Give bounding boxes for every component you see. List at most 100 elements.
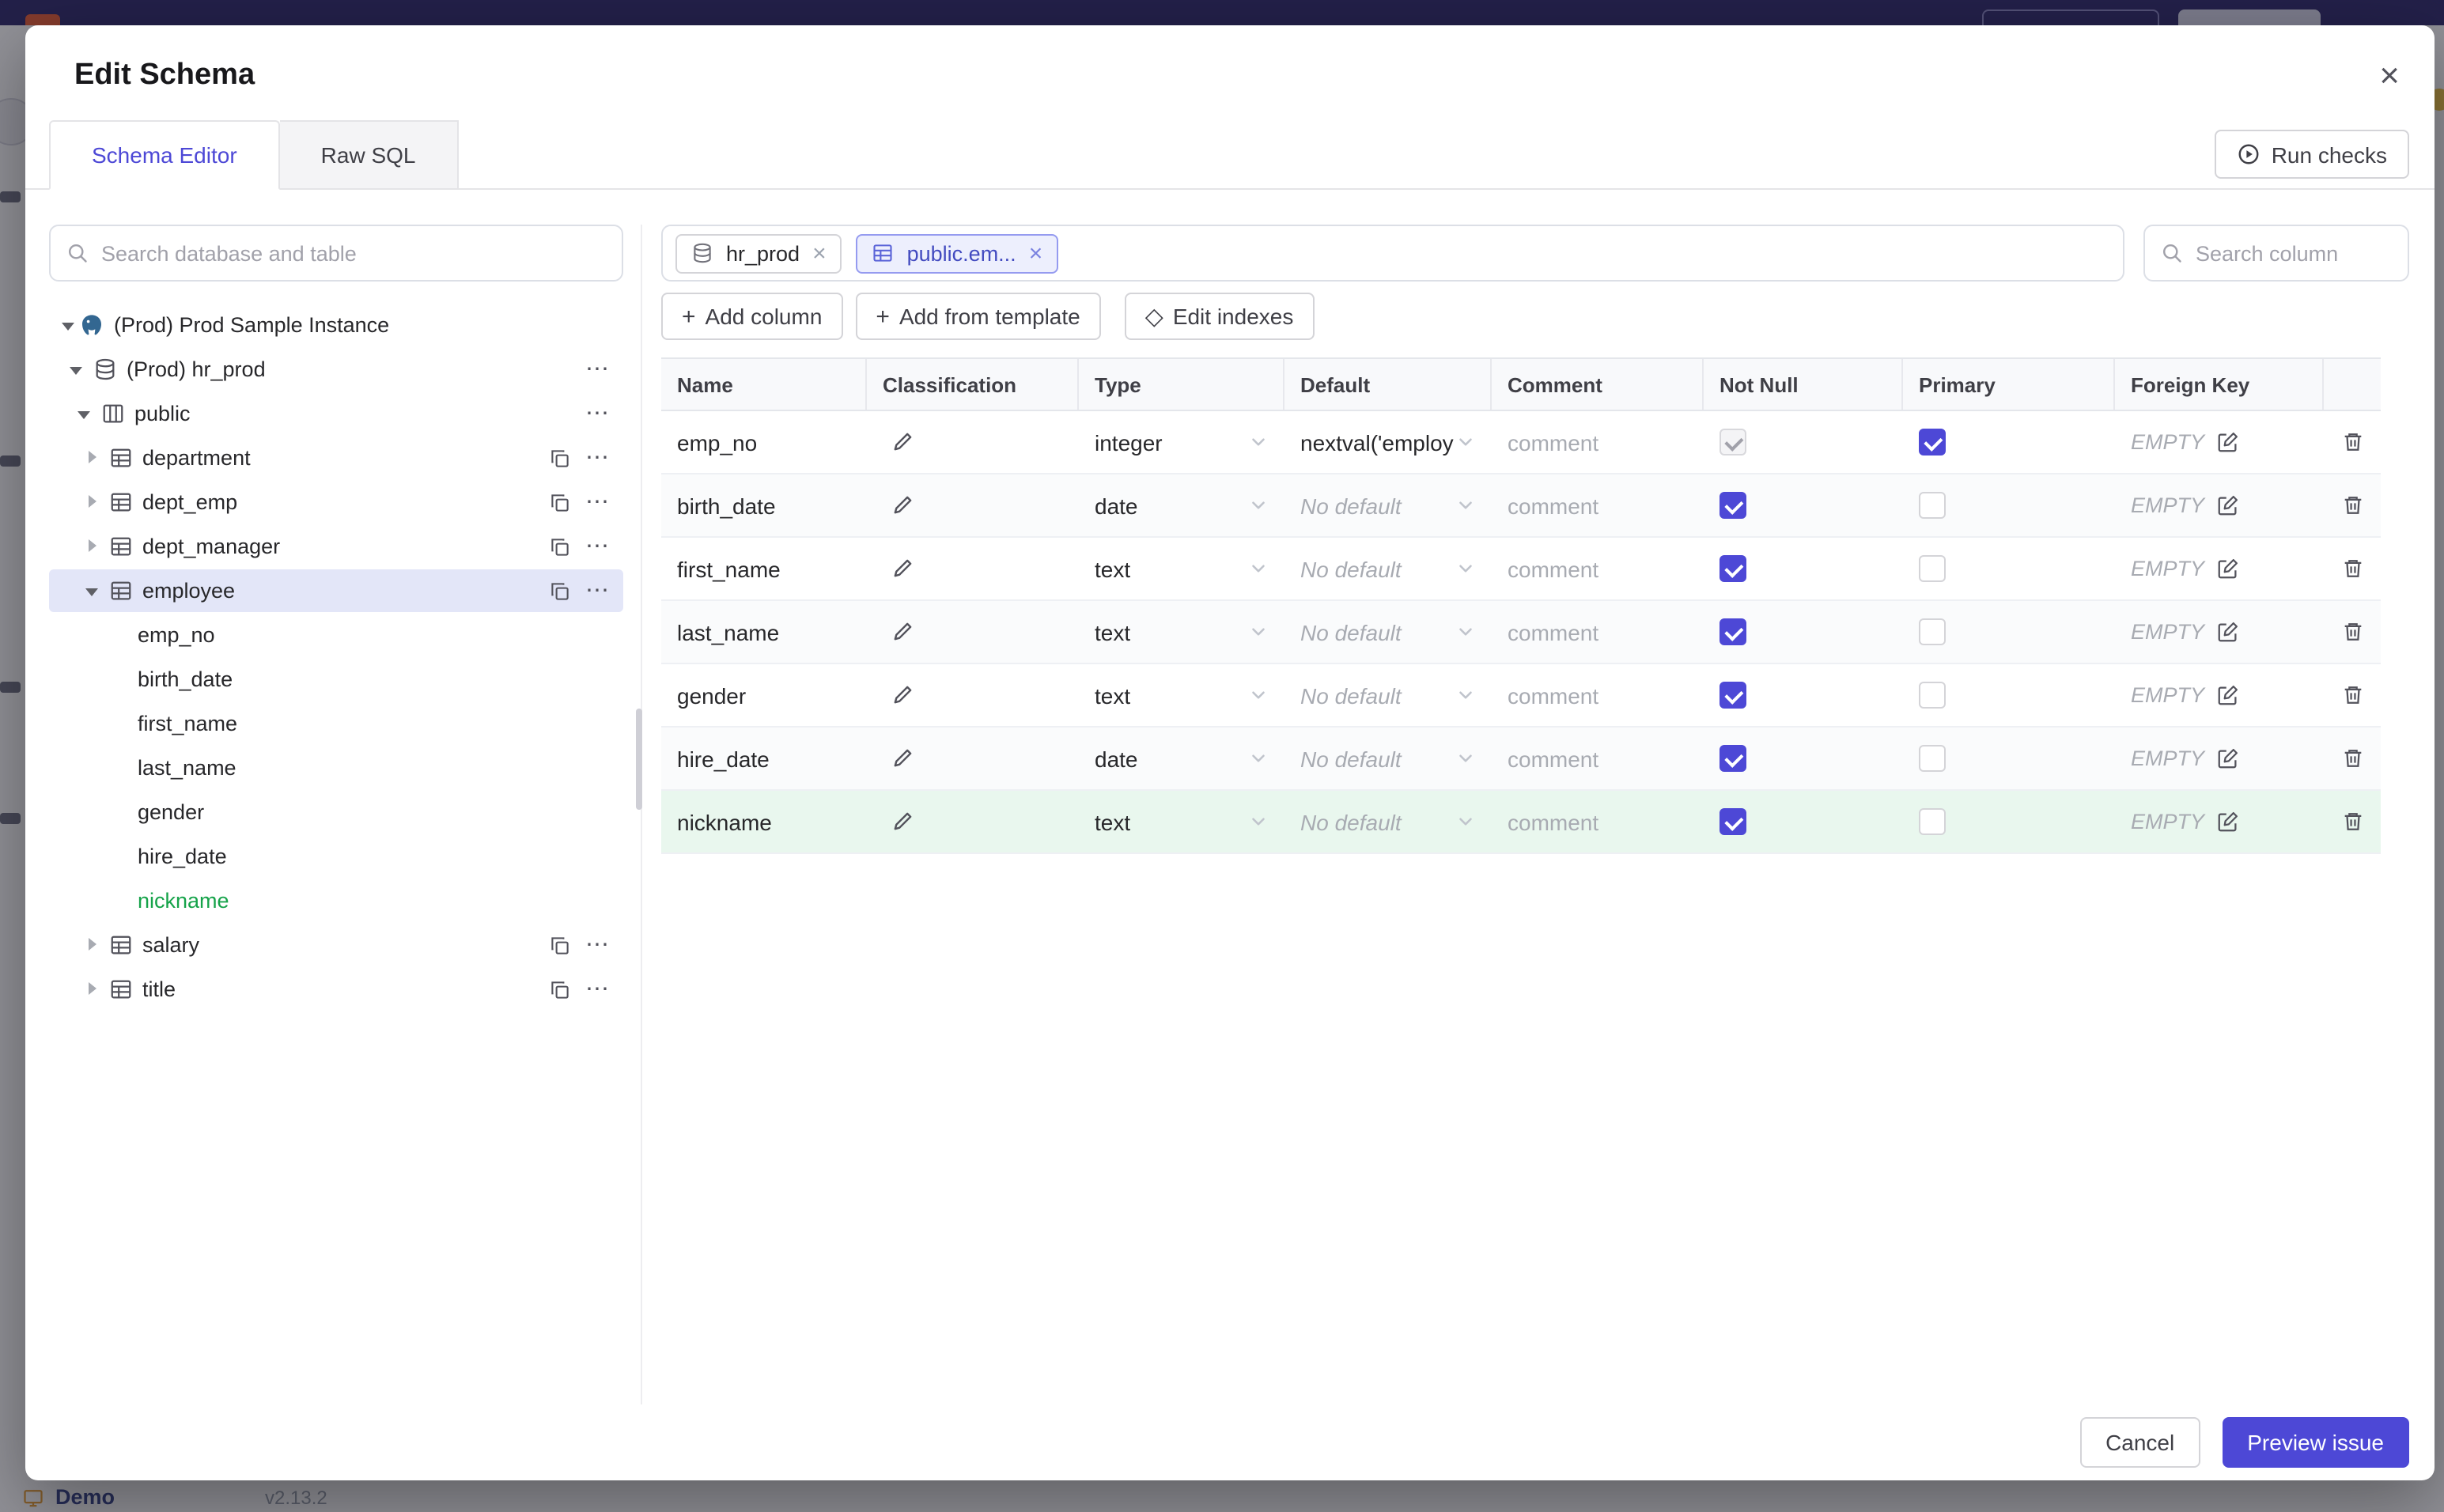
type-select[interactable]: text	[1079, 538, 1284, 599]
more-icon[interactable]: ⋯	[585, 402, 611, 425]
column-name-input[interactable]: hire_date	[677, 746, 770, 771]
caret-right-icon[interactable]	[84, 537, 103, 556]
column-name-input[interactable]: last_name	[677, 619, 779, 644]
comment-input[interactable]: comment	[1508, 746, 1598, 771]
type-select[interactable]: text	[1079, 664, 1284, 726]
column-name-input[interactable]: emp_no	[677, 429, 757, 455]
copy-icon[interactable]	[549, 978, 571, 1000]
delete-column-icon[interactable]	[2340, 747, 2364, 770]
close-icon[interactable]: ×	[2370, 55, 2409, 96]
preview-issue-button[interactable]: Preview issue	[2222, 1417, 2409, 1468]
edit-foreign-key-icon[interactable]	[2215, 430, 2239, 454]
tree-item-table-dept-emp[interactable]: dept_emp ⋯	[49, 481, 623, 524]
primary-checkbox[interactable]	[1919, 682, 1946, 709]
primary-checkbox[interactable]	[1919, 745, 1946, 772]
edit-foreign-key-icon[interactable]	[2215, 620, 2239, 644]
edit-foreign-key-icon[interactable]	[2215, 557, 2239, 580]
primary-checkbox[interactable]	[1919, 492, 1946, 519]
delete-column-icon[interactable]	[2340, 557, 2364, 580]
chip-table[interactable]: public.em... ×	[856, 233, 1059, 273]
comment-input[interactable]: comment	[1508, 682, 1598, 708]
not-null-checkbox[interactable]	[1720, 618, 1746, 645]
not-null-checkbox[interactable]	[1720, 492, 1746, 519]
edit-foreign-key-icon[interactable]	[2215, 747, 2239, 770]
classification-edit-icon[interactable]	[891, 430, 914, 454]
not-null-checkbox[interactable]	[1720, 682, 1746, 709]
more-icon[interactable]: ⋯	[585, 446, 611, 470]
tree-item-table-employee[interactable]: employee ⋯	[49, 569, 623, 612]
caret-right-icon[interactable]	[84, 936, 103, 954]
close-icon[interactable]: ×	[1029, 241, 1043, 265]
edit-foreign-key-icon[interactable]	[2215, 810, 2239, 833]
more-icon[interactable]: ⋯	[585, 535, 611, 558]
more-icon[interactable]: ⋯	[585, 933, 611, 957]
type-select[interactable]: text	[1079, 791, 1284, 852]
tab-raw-sql[interactable]: Raw SQL	[279, 120, 459, 188]
default-select[interactable]: No default	[1284, 538, 1492, 599]
type-select[interactable]: integer	[1079, 411, 1284, 473]
tree-item-table-title[interactable]: title ⋯	[49, 968, 623, 1011]
tree-item-table-salary[interactable]: salary ⋯	[49, 924, 623, 966]
classification-edit-icon[interactable]	[891, 620, 914, 644]
tree-item-column[interactable]: birth_date	[49, 658, 623, 701]
run-checks-button[interactable]: Run checks	[2214, 130, 2409, 179]
tree-item-column[interactable]: gender	[49, 791, 623, 833]
type-select[interactable]: text	[1079, 601, 1284, 663]
more-icon[interactable]: ⋯	[585, 357, 611, 381]
delete-column-icon[interactable]	[2340, 620, 2364, 644]
chip-database[interactable]: hr_prod ×	[675, 233, 842, 273]
caret-right-icon[interactable]	[84, 493, 103, 512]
column-name-input[interactable]: nickname	[677, 809, 772, 834]
not-null-checkbox[interactable]	[1720, 745, 1746, 772]
delete-column-icon[interactable]	[2340, 493, 2364, 517]
caret-down-icon[interactable]	[60, 316, 79, 335]
tree-item-database[interactable]: (Prod) hr_prod ⋯	[49, 348, 623, 391]
comment-input[interactable]: comment	[1508, 429, 1598, 455]
default-select[interactable]: No default	[1284, 664, 1492, 726]
default-select[interactable]: nextval('employ	[1284, 411, 1492, 473]
comment-input[interactable]: comment	[1508, 619, 1598, 644]
default-select[interactable]: No default	[1284, 728, 1492, 789]
edit-foreign-key-icon[interactable]	[2215, 683, 2239, 707]
more-icon[interactable]: ⋯	[585, 579, 611, 603]
delete-column-icon[interactable]	[2340, 430, 2364, 454]
default-select[interactable]: No default	[1284, 791, 1492, 852]
copy-icon[interactable]	[549, 934, 571, 956]
not-null-checkbox[interactable]	[1720, 808, 1746, 835]
comment-input[interactable]: comment	[1508, 809, 1598, 834]
caret-down-icon[interactable]	[76, 404, 95, 423]
default-select[interactable]: No default	[1284, 474, 1492, 536]
delete-column-icon[interactable]	[2340, 683, 2364, 707]
scrollbar-thumb[interactable]	[636, 709, 642, 810]
primary-checkbox[interactable]	[1919, 429, 1946, 455]
caret-down-icon[interactable]	[84, 581, 103, 600]
column-name-input[interactable]: gender	[677, 682, 746, 708]
tree-item-schema-public[interactable]: public ⋯	[49, 392, 623, 435]
classification-edit-icon[interactable]	[891, 747, 914, 770]
classification-edit-icon[interactable]	[891, 493, 914, 517]
tree-item-instance[interactable]: (Prod) Prod Sample Instance	[49, 304, 623, 346]
comment-input[interactable]: comment	[1508, 556, 1598, 581]
copy-icon[interactable]	[549, 447, 571, 469]
tree-item-column-new[interactable]: nickname	[49, 879, 623, 922]
not-null-checkbox[interactable]	[1720, 555, 1746, 582]
primary-checkbox[interactable]	[1919, 555, 1946, 582]
caret-right-icon[interactable]	[84, 448, 103, 467]
classification-edit-icon[interactable]	[891, 683, 914, 707]
edit-indexes-button[interactable]: ◇ Edit indexes	[1124, 293, 1315, 340]
more-icon[interactable]: ⋯	[585, 490, 611, 514]
close-icon[interactable]: ×	[812, 241, 827, 265]
delete-column-icon[interactable]	[2340, 810, 2364, 833]
caret-down-icon[interactable]	[68, 360, 87, 379]
default-select[interactable]: No default	[1284, 601, 1492, 663]
comment-input[interactable]: comment	[1508, 493, 1598, 518]
classification-edit-icon[interactable]	[891, 810, 914, 833]
copy-icon[interactable]	[549, 580, 571, 602]
caret-right-icon[interactable]	[84, 980, 103, 999]
add-column-button[interactable]: + Add column	[661, 293, 843, 340]
tree-item-column[interactable]: last_name	[49, 747, 623, 789]
primary-checkbox[interactable]	[1919, 618, 1946, 645]
tree-search-input[interactable]	[101, 241, 606, 265]
type-select[interactable]: date	[1079, 474, 1284, 536]
primary-checkbox[interactable]	[1919, 808, 1946, 835]
